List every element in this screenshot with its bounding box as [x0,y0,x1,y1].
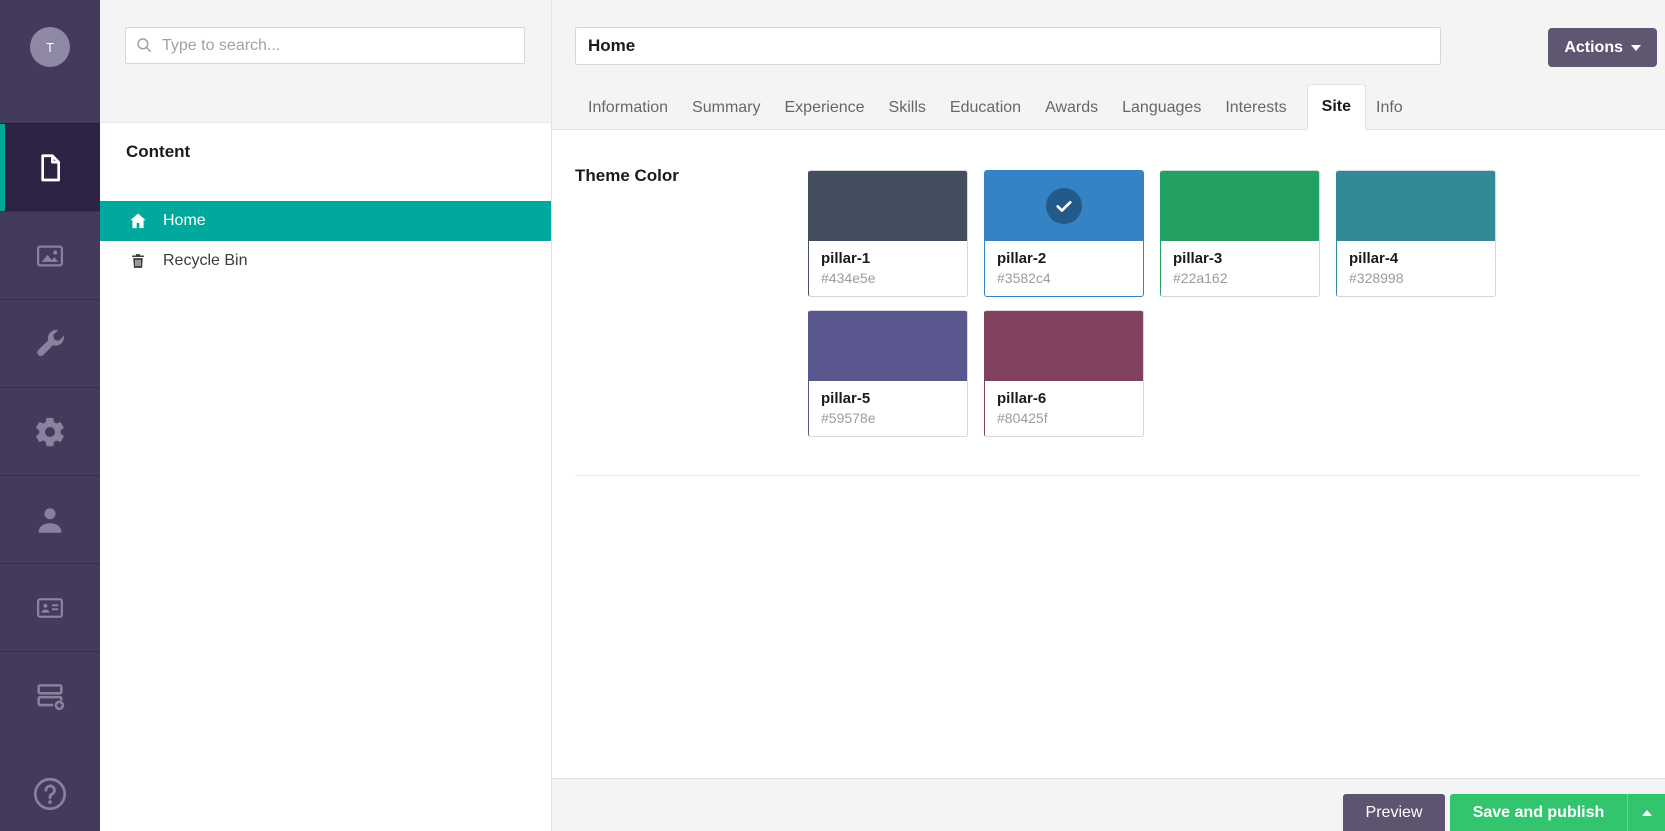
page-title-input[interactable] [575,27,1441,65]
editor-content: Theme Color pillar-1 #434e5e pillar-2 #3… [552,130,1665,778]
avatar-letter: T [46,39,54,55]
swatch-name: pillar-1 [821,250,871,267]
id-card-icon [32,593,68,623]
tree-node-label: Home [163,212,206,229]
gear-icon [33,415,67,449]
tab-languages[interactable]: Languages [1122,86,1201,130]
app-sidebar: T [0,0,100,831]
swatch-pillar-1[interactable]: pillar-1 #434e5e [808,170,968,297]
swatch-pillar-2[interactable]: pillar-2 #3582c4 [984,170,1144,297]
sidebar-item-help[interactable] [0,757,100,831]
tab-info[interactable]: Info [1376,86,1403,130]
avatar[interactable]: T [30,27,70,67]
tree-node-list: Home Recycle Bin [100,201,551,281]
editor-header: Actions Information Summary Experience S… [552,0,1665,130]
sidebar-item-media[interactable] [0,211,100,299]
tree-node-recycle-bin[interactable]: Recycle Bin [100,241,551,281]
swatch-hex: #328998 [1349,270,1404,286]
tab-summary[interactable]: Summary [692,86,760,130]
tree-node-home[interactable]: Home [100,201,551,241]
swatch-color-block [985,171,1143,241]
swatch-pillar-3[interactable]: pillar-3 #22a162 [1160,170,1320,297]
tab-site[interactable]: Site [1306,84,1367,130]
media-icon [33,241,67,271]
swatch-color-block [1337,171,1495,241]
theme-color-property: Theme Color pillar-1 #434e5e pillar-2 #3… [552,130,1665,450]
sidebar-item-forms[interactable] [0,651,100,739]
swatch-pillar-6[interactable]: pillar-6 #80425f [984,310,1144,437]
editor-footer: Preview Save and publish [552,778,1665,831]
swatch-hex: #59578e [821,410,876,426]
sidebar-item-members[interactable] [0,563,100,651]
tab-skills[interactable]: Skills [889,86,926,130]
preview-button[interactable]: Preview [1343,794,1445,831]
swatch-name: pillar-2 [997,250,1047,267]
content-tree-panel: Content Home Recycle Bin [100,0,552,831]
help-icon [31,775,69,813]
sidebar-item-packages[interactable] [0,387,100,475]
save-and-publish-button[interactable]: Save and publish [1450,794,1665,831]
caret-up-icon [1641,810,1652,816]
home-icon [128,211,148,231]
actions-button[interactable]: Actions [1548,28,1657,67]
tree-section-header: Content [126,142,191,161]
search-icon [135,36,153,54]
property-label: Theme Color [575,166,679,185]
search-input[interactable] [125,27,525,64]
section-divider [575,475,1640,476]
user-icon [33,503,67,537]
sidebar-item-content[interactable] [0,123,100,211]
selected-check-icon [1046,188,1082,224]
avatar-section: T [0,0,100,123]
tab-experience[interactable]: Experience [785,86,865,130]
tab-education[interactable]: Education [950,86,1021,130]
theme-color-picker: pillar-1 #434e5e pillar-2 #3582c4 pillar… [808,170,1528,450]
tree-search-header [100,0,551,123]
swatch-hex: #3582c4 [997,270,1051,286]
swatch-color-block [1161,171,1319,241]
save-options-toggle[interactable] [1627,794,1665,831]
trash-icon [128,251,148,271]
tab-awards[interactable]: Awards [1045,86,1098,130]
tab-bar: Information Summary Experience Skills Ed… [588,84,1427,130]
tab-information[interactable]: Information [588,86,668,130]
sidebar-item-settings[interactable] [0,299,100,387]
swatch-name: pillar-6 [997,390,1047,407]
swatch-name: pillar-5 [821,390,871,407]
editor-panel: Actions Information Summary Experience S… [552,0,1665,831]
swatch-pillar-4[interactable]: pillar-4 #328998 [1336,170,1496,297]
tree-node-label: Recycle Bin [163,252,248,269]
forms-icon [32,679,68,713]
swatch-color-block [985,311,1143,381]
sidebar-item-users[interactable] [0,475,100,563]
swatch-name: pillar-3 [1173,250,1223,267]
swatch-pillar-5[interactable]: pillar-5 #59578e [808,310,968,437]
swatch-color-block [809,311,967,381]
wrench-icon [33,327,67,361]
document-icon [34,151,66,185]
search-box [125,27,525,64]
tab-interests[interactable]: Interests [1225,86,1286,130]
swatch-hex: #22a162 [1173,270,1228,286]
swatch-hex: #80425f [997,410,1048,426]
caret-down-icon [1631,44,1641,51]
swatch-color-block [809,171,967,241]
swatch-name: pillar-4 [1349,250,1399,267]
swatch-hex: #434e5e [821,270,876,286]
app-window: T Type to search... Content Home Recycle… [0,0,1665,831]
